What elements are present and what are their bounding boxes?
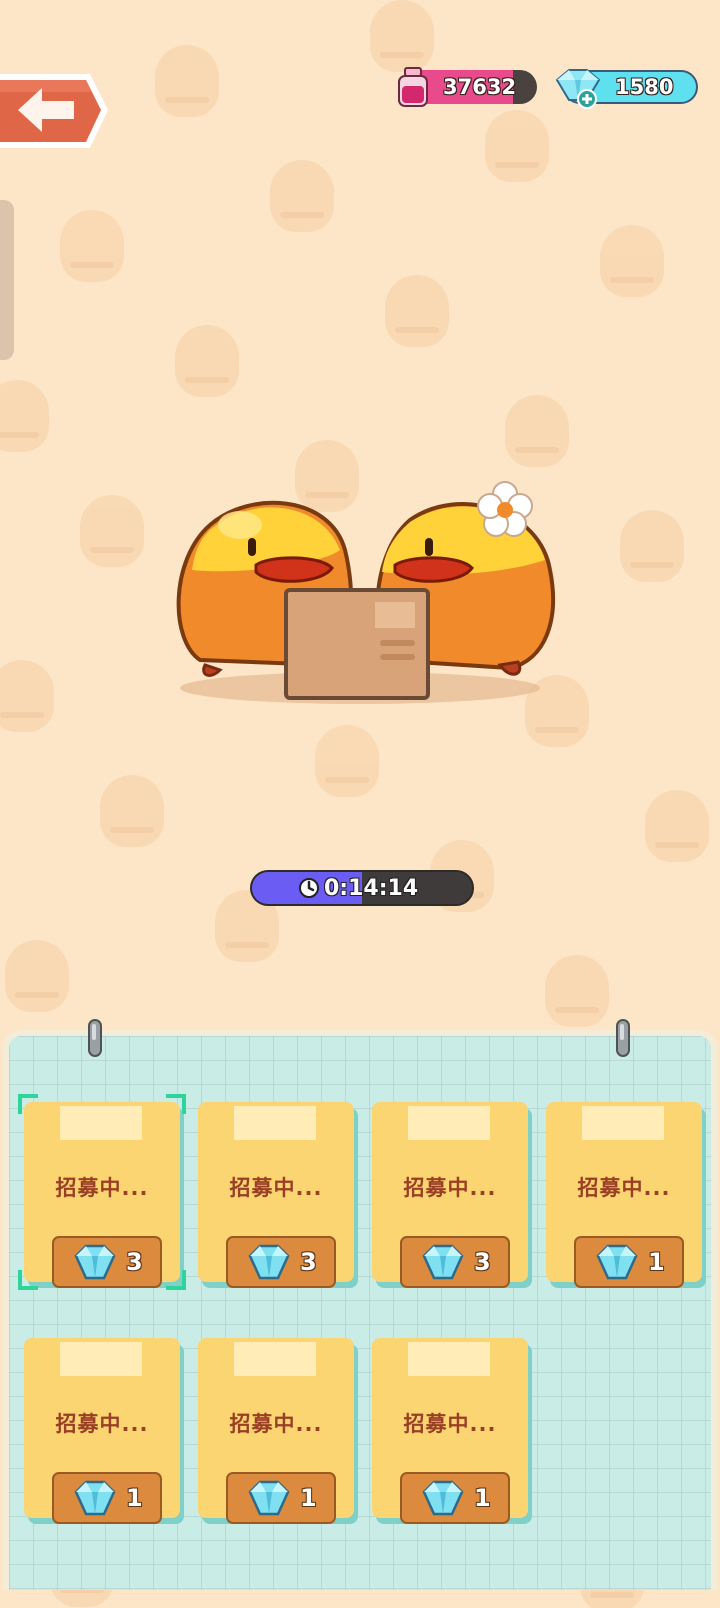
gem-cost: 3 [300, 1248, 317, 1276]
selection-corner [166, 1094, 186, 1114]
recruit-slot-card[interactable]: 招募中... 1 [370, 1332, 530, 1532]
gem-icon [422, 1480, 464, 1516]
recruit-status-label: 招募中... [55, 1412, 149, 1436]
gem-icon [248, 1480, 290, 1516]
selection-corner [18, 1270, 38, 1290]
selection-corner [166, 1270, 186, 1290]
speedup-cost-button[interactable]: 1 [574, 1236, 684, 1288]
recruit-status-label: 招募中... [403, 1176, 497, 1200]
gem-cost: 1 [300, 1484, 317, 1512]
recruit-status-label: 招募中... [577, 1176, 671, 1200]
clock-icon [299, 878, 319, 898]
gem-icon [596, 1244, 638, 1280]
gem-icon [74, 1244, 116, 1280]
speedup-cost-button[interactable]: 3 [226, 1236, 336, 1288]
back-arrow-icon [0, 74, 108, 148]
card-tape [60, 1106, 142, 1140]
speedup-cost-button[interactable]: 1 [226, 1472, 336, 1524]
recruit-status-label: 招募中... [403, 1412, 497, 1436]
card-tape [234, 1106, 316, 1140]
ducks-illustration [170, 480, 570, 730]
card-tape [408, 1342, 490, 1376]
recruit-status-label: 招募中... [229, 1412, 323, 1436]
speedup-cost-button[interactable]: 3 [400, 1236, 510, 1288]
recruit-slot-card[interactable]: 招募中... 3 [18, 1094, 186, 1296]
binder-ring-icon [616, 1019, 630, 1057]
recruit-status-label: 招募中... [229, 1176, 323, 1200]
selection-corner [18, 1094, 38, 1114]
gem-plus-icon[interactable] [553, 66, 603, 110]
gem-cost: 3 [126, 1248, 143, 1276]
card-tape [408, 1106, 490, 1140]
speedup-cost-button[interactable]: 1 [52, 1472, 162, 1524]
gem-icon [248, 1244, 290, 1280]
recruit-timer: 0:14:14 [250, 870, 474, 906]
gem-cost: 1 [126, 1484, 143, 1512]
gem-icon [74, 1480, 116, 1516]
gem-count: 1580 [615, 75, 674, 99]
binder-ring-icon [88, 1019, 102, 1057]
gem-cost: 3 [474, 1248, 491, 1276]
ink-bottle-icon[interactable] [396, 66, 430, 108]
ink-count: 37632 [443, 75, 517, 99]
timer-text: 0:14:14 [324, 875, 419, 901]
card-tape [582, 1106, 664, 1140]
card-tape [234, 1342, 316, 1376]
side-drawer-handle[interactable] [0, 200, 14, 360]
recruit-status-label: 招募中... [55, 1176, 149, 1200]
back-button[interactable] [0, 72, 110, 152]
speedup-cost-button[interactable]: 3 [52, 1236, 162, 1288]
speedup-cost-button[interactable]: 1 [400, 1472, 510, 1524]
recruit-slot-card[interactable]: 招募中... 1 [22, 1332, 182, 1532]
recruit-slot-card[interactable]: 招募中... 1 [196, 1332, 356, 1532]
card-tape [60, 1342, 142, 1376]
recruit-slot-card[interactable]: 招募中... 3 [196, 1096, 356, 1296]
gem-icon [422, 1244, 464, 1280]
gem-cost: 1 [474, 1484, 491, 1512]
recruit-slot-card[interactable]: 招募中... 1 [544, 1096, 704, 1296]
gem-cost: 1 [648, 1248, 665, 1276]
recruit-slot-card[interactable]: 招募中... 3 [370, 1096, 530, 1296]
